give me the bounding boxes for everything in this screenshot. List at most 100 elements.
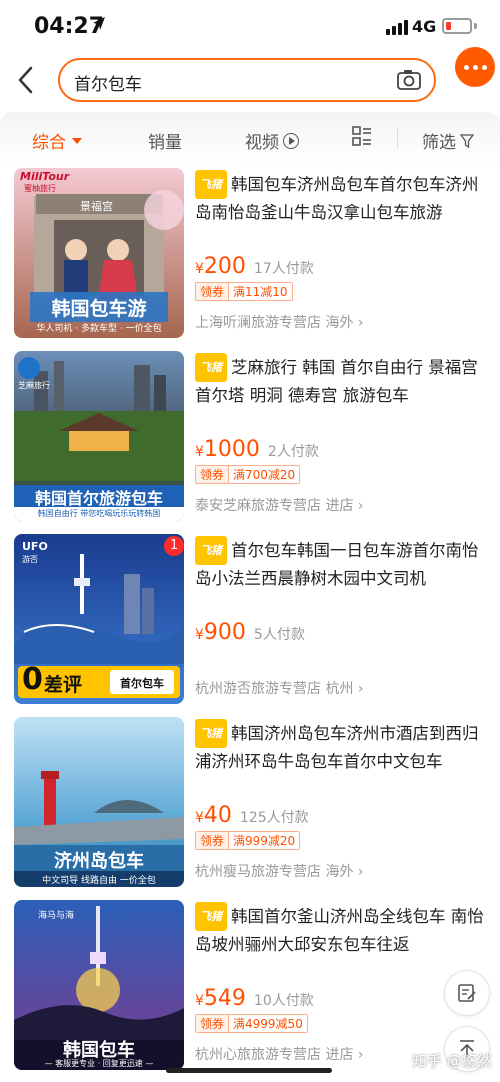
fliggy-tag: 飞猪: [195, 170, 227, 199]
currency: ¥: [195, 810, 204, 826]
title-text: 韩国首尔釜山济州岛全线包车 南怡岛坡州骊州大邱安东包车往返: [195, 907, 484, 954]
price: 1000: [203, 437, 260, 462]
product-thumbnail[interactable]: 济州岛包车 中文司导 线路自由 一价全包: [14, 717, 184, 887]
product-item[interactable]: UFO 游否 0 差评 首尔包车 1 飞猪 首尔包车韩国一日包车游首尔南怡岛小法兰…: [0, 534, 500, 704]
currency: ¥: [195, 627, 204, 643]
price: 900: [203, 620, 246, 645]
title-text: 首尔包车韩国一日包车游首尔南怡岛小法兰西晨静树木园中文司机: [195, 541, 479, 588]
sold-count: 125人付款: [239, 810, 309, 826]
product-thumbnail[interactable]: 芝麻旅行 韩国首尔旅游包车 韩国自由行 带您吃喝玩乐玩转韩国: [14, 351, 184, 521]
search-input[interactable]: 首尔包车: [58, 58, 436, 102]
shop-name[interactable]: 杭州游否旅游专营店 杭州 ›: [195, 678, 364, 698]
rank-badge: 1: [164, 536, 184, 556]
product-title[interactable]: 飞猪 韩国首尔釜山济州岛全线包车 南怡岛坡州骊州大邱安东包车往返: [195, 902, 485, 958]
coupon-value: 满11减10: [228, 282, 293, 301]
price-row: ¥ 900 5人付款: [195, 620, 305, 645]
coupon-label: 领券: [195, 465, 229, 484]
product-item[interactable]: 芝麻旅行 韩国首尔旅游包车 韩国自由行 带您吃喝玩乐玩转韩国 飞猪 芝麻旅行 韩国…: [0, 351, 500, 521]
edit-note-icon: [458, 984, 476, 1002]
product-info: 飞猪 韩国济州岛包车济州市酒店到西归浦济州环岛牛岛包车首尔中文包车: [195, 719, 485, 775]
fliggy-tag: 飞猪: [195, 536, 227, 565]
brand-logo-mark: [18, 357, 40, 379]
tab-filter[interactable]: 筛选: [422, 128, 474, 153]
fliggy-tag: 飞猪: [195, 902, 227, 931]
title-text: 韩国济州岛包车济州市酒店到西归浦济州环岛牛岛包车首尔中文包车: [195, 724, 479, 771]
sold-count: 2人付款: [267, 444, 319, 460]
tab-sales[interactable]: 销量: [148, 128, 182, 153]
fliggy-tag: 飞猪: [195, 353, 227, 382]
product-item[interactable]: 济州岛包车 中文司导 线路自由 一价全包 飞猪 韩国济州岛包车济州市酒店到西归浦济…: [0, 717, 500, 887]
product-info: 飞猪 韩国首尔釜山济州岛全线包车 南怡岛坡州骊州大邱安东包车往返: [195, 902, 485, 958]
price: 40: [203, 803, 232, 828]
product-info: 飞猪 韩国包车济州岛包车首尔包车济州岛南怡岛釜山牛岛汉拿山包车旅游: [195, 170, 485, 226]
product-item[interactable]: 海马与海 韩国包车 — 客服更专业 · 回复更迅速 — 飞猪 韩国首尔釜山济州岛全…: [0, 900, 500, 1070]
home-indicator[interactable]: [166, 1068, 332, 1073]
thumb-subline: 中文司导 线路自由 一价全包: [42, 876, 156, 886]
cell-signal-icon: [386, 20, 408, 35]
sold-count: 10人付款: [253, 993, 314, 1009]
thumb-subline: 华人司机 · 多款车型 · 一价全包: [36, 324, 162, 334]
coupon-badge[interactable]: 领券 满4999减50: [195, 1014, 308, 1033]
search-query: 首尔包车: [74, 75, 142, 95]
price: 549: [203, 986, 246, 1011]
price: 200: [203, 254, 246, 279]
shop-name[interactable]: 泰安芝麻旅游专营店 进店 ›: [195, 495, 364, 515]
coupon-badge[interactable]: 领券 满999减20: [195, 831, 301, 850]
coupon-badge[interactable]: 领券 满11减10: [195, 282, 293, 301]
fliggy-tag: 飞猪: [195, 719, 227, 748]
tab-label: 综合: [32, 133, 66, 153]
more-menu-button[interactable]: [455, 47, 495, 87]
funnel-icon: [460, 133, 474, 148]
thumb-big-number: 0: [22, 662, 43, 697]
brand-sub: 游否: [22, 555, 38, 564]
brand-logo: 海马与海: [38, 911, 75, 921]
price-row: ¥ 1000 2人付款: [195, 437, 319, 462]
tab-label: 销量: [148, 133, 182, 153]
price-row: ¥ 40 125人付款: [195, 803, 309, 828]
currency: ¥: [195, 261, 204, 277]
product-thumbnail[interactable]: UFO 游否 0 差评 首尔包车: [14, 534, 184, 704]
camera-icon[interactable]: [396, 68, 422, 92]
brand-logo: MiliTour: [20, 170, 70, 183]
watermark: 知乎 @悠然: [412, 1052, 492, 1070]
back-arrow-icon[interactable]: [14, 64, 38, 96]
product-title[interactable]: 飞猪 芝麻旅行 韩国 首尔自由行 景福宫 首尔塔 明洞 德寿宫 旅游包车: [195, 353, 485, 409]
shop-name[interactable]: 杭州心旅旅游专营店 进店 ›: [195, 1044, 364, 1064]
battery-icon: [442, 18, 472, 34]
divider: [397, 128, 398, 148]
title-text: 芝麻旅行 韩国 首尔自由行 景福宫 首尔塔 明洞 德寿宫 旅游包车: [195, 358, 478, 405]
network-type: 4G: [412, 17, 437, 36]
tab-label: 视频: [245, 133, 279, 153]
feedback-button[interactable]: [444, 970, 490, 1016]
thumb-banner: 韩国包车游: [51, 298, 147, 320]
sold-count: 17人付款: [253, 261, 314, 277]
coupon-label: 领券: [195, 831, 229, 850]
product-title[interactable]: 飞猪 首尔包车韩国一日包车游首尔南怡岛小法兰西晨静树木园中文司机: [195, 536, 485, 592]
coupon-label: 领券: [195, 282, 229, 301]
sold-count: 5人付款: [253, 627, 305, 643]
currency: ¥: [195, 444, 204, 460]
currency: ¥: [195, 993, 204, 1009]
caret-down-icon: [72, 137, 82, 144]
product-title[interactable]: 飞猪 韩国包车济州岛包车首尔包车济州岛南怡岛釜山牛岛汉拿山包车旅游: [195, 170, 485, 226]
play-icon: [283, 132, 299, 149]
thumb-subline: 韩国自由行 带您吃喝玩乐玩转韩国: [37, 509, 161, 518]
product-thumbnail[interactable]: MiliTour 蜜柚旅行 景福宫 韩国包车游 华人司机 · 多款车型 · 一价…: [14, 168, 184, 338]
tab-label: 筛选: [422, 133, 456, 153]
tab-video[interactable]: 视频: [245, 128, 299, 153]
brand-logo: UFO: [22, 540, 48, 553]
layout-toggle-icon[interactable]: [352, 126, 372, 146]
thumb-subline: — 客服更专业 · 回复更迅速 —: [44, 1059, 154, 1068]
thumb-pill: 首尔包车: [120, 677, 164, 690]
status-bar: 04:27 4G: [0, 0, 500, 56]
shop-name[interactable]: 上海听澜旅游专营店 海外 ›: [195, 312, 364, 332]
coupon-value: 满999减20: [228, 831, 301, 850]
product-item[interactable]: MiliTour 蜜柚旅行 景福宫 韩国包车游 华人司机 · 多款车型 · 一价…: [0, 168, 500, 338]
product-title[interactable]: 飞猪 韩国济州岛包车济州市酒店到西归浦济州环岛牛岛包车首尔中文包车: [195, 719, 485, 775]
shop-name[interactable]: 杭州瘦马旅游专营店 海外 ›: [195, 861, 364, 881]
coupon-badge[interactable]: 领券 满700减20: [195, 465, 301, 484]
product-thumbnail[interactable]: 海马与海 韩国包车 — 客服更专业 · 回复更迅速 —: [14, 900, 184, 1070]
tab-comprehensive[interactable]: 综合: [32, 128, 82, 153]
product-info: 飞猪 首尔包车韩国一日包车游首尔南怡岛小法兰西晨静树木园中文司机: [195, 536, 485, 592]
thumb-banner: 韩国首尔旅游包车: [34, 489, 163, 508]
